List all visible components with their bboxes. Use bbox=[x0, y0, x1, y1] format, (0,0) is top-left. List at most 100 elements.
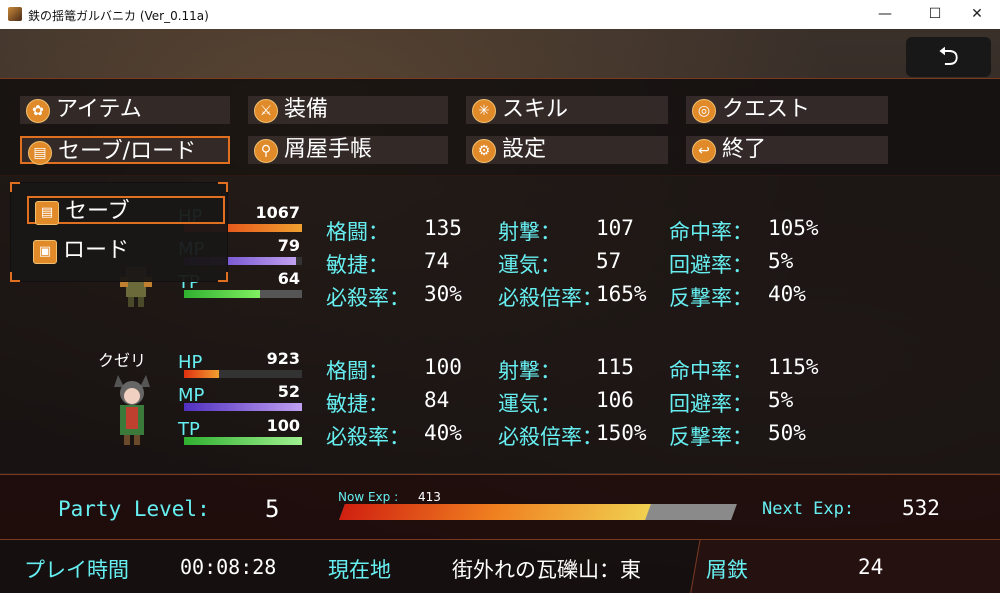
stat-label-unki: 運気： bbox=[498, 392, 561, 416]
selection-corner bbox=[218, 272, 228, 282]
stat-value-kakuto: 135 bbox=[424, 216, 462, 240]
character-name: クゼリ bbox=[98, 351, 147, 370]
command-item[interactable]: ◎ クエスト bbox=[686, 96, 888, 124]
stat-value-meichu: 105% bbox=[768, 216, 819, 240]
app-icon bbox=[8, 7, 22, 21]
stat-value-hissatsu-bai: 165% bbox=[596, 282, 647, 306]
stat-label-hangeki: 反撃率： bbox=[669, 286, 753, 310]
stat-label-hissatsu-bai: 必殺倍率： bbox=[498, 425, 603, 449]
stat-label-kaihi: 回避率： bbox=[669, 253, 753, 277]
window-titlebar: 鉄の揺篭ガルバニカ (Ver_0.11a) — ☐ ✕ bbox=[0, 0, 1000, 29]
exit-icon: ↩ bbox=[692, 139, 716, 163]
stat-label-kakuto: 格闘： bbox=[326, 359, 389, 383]
stat-label-shageki: 射撃： bbox=[498, 220, 561, 244]
mp-value: 79 bbox=[277, 236, 300, 255]
game-screen: ⮌ ✿ アイテム ⚔ 装備 ✳ スキル ◎ クエスト ▤ セーブ/ロード ⚲ 屑… bbox=[0, 29, 1000, 593]
stat-label-unki: 運気： bbox=[498, 253, 561, 277]
location-value: 街外れの瓦礫山：東 bbox=[452, 558, 641, 582]
stat-value-kaihi: 5% bbox=[768, 249, 794, 273]
stat-label-binsho: 敏捷： bbox=[326, 392, 389, 416]
close-icon[interactable]: ✕ bbox=[954, 0, 1000, 29]
minimize-icon[interactable]: — bbox=[862, 0, 908, 29]
command-label: セーブ/ロード bbox=[58, 139, 197, 164]
hp-value: 1067 bbox=[255, 203, 300, 222]
stat-value-hangeki: 50% bbox=[768, 421, 806, 445]
selection-corner bbox=[10, 272, 20, 282]
now-exp-label: Now Exp : bbox=[338, 490, 399, 504]
back-button[interactable]: ⮌ bbox=[906, 37, 991, 77]
location-label: 現在地 bbox=[328, 558, 391, 582]
selection-corner bbox=[218, 182, 228, 192]
stat-label-hissatsu: 必殺率： bbox=[326, 286, 410, 310]
submenu-item-load[interactable]: ▣ ロード bbox=[27, 237, 225, 265]
stat-label-hissatsu-bai: 必殺倍率： bbox=[498, 286, 603, 310]
command-label: スキル bbox=[502, 97, 569, 122]
command-label: クエスト bbox=[722, 97, 811, 122]
stat-value-unki: 106 bbox=[596, 388, 634, 412]
next-exp-label: Next Exp: bbox=[762, 499, 855, 519]
save-load-submenu: ▤ セーブ ▣ ロード bbox=[10, 182, 228, 282]
stat-value-meichu: 115% bbox=[768, 355, 819, 379]
stat-label-meichu: 命中率： bbox=[669, 359, 753, 383]
stat-value-kakuto: 100 bbox=[424, 355, 462, 379]
book-icon: ▤ bbox=[35, 201, 59, 225]
currency-value: 24 bbox=[858, 555, 884, 579]
stat-label-kakuto: 格闘： bbox=[326, 220, 389, 244]
command-label: 設定 bbox=[502, 137, 547, 162]
window-title: 鉄の揺篭ガルバニカ (Ver_0.11a) bbox=[28, 9, 209, 23]
stat-label-shageki: 射撃： bbox=[498, 359, 561, 383]
stat-value-hissatsu-bai: 150% bbox=[596, 421, 647, 445]
command-item[interactable]: ⚲ 屑屋手帳 bbox=[248, 136, 448, 164]
command-label: 屑屋手帳 bbox=[284, 137, 373, 162]
stat-label-meichu: 命中率： bbox=[669, 220, 753, 244]
stat-value-hangeki: 40% bbox=[768, 282, 806, 306]
tp-bar-fill bbox=[184, 437, 302, 445]
submenu-label: セーブ bbox=[65, 199, 130, 224]
exp-bar-fill bbox=[339, 504, 651, 520]
playtime-label: プレイ時間 bbox=[24, 558, 129, 582]
stat-value-unki: 57 bbox=[596, 249, 622, 273]
command-item-selected[interactable]: ▤ セーブ/ロード bbox=[20, 136, 230, 165]
submenu-label: ロード bbox=[63, 238, 130, 263]
hp-bar-fill bbox=[184, 370, 219, 378]
party-level-panel: Party Level: 5 Now Exp : 413 Next Exp: 5… bbox=[0, 474, 1000, 539]
now-exp-value: 413 bbox=[418, 490, 441, 504]
gear-icon: ⚙ bbox=[472, 139, 496, 163]
command-item[interactable]: ↩ 終了 bbox=[686, 136, 888, 164]
command-menu: ✿ アイテム ⚔ 装備 ✳ スキル ◎ クエスト ▤ セーブ/ロード ⚲ 屑屋手… bbox=[0, 78, 1000, 176]
stat-value-kaihi: 5% bbox=[768, 388, 794, 412]
tp-value: 100 bbox=[266, 416, 300, 435]
command-item[interactable]: ⚔ 装備 bbox=[248, 96, 448, 124]
maximize-icon[interactable]: ☐ bbox=[912, 0, 958, 29]
burst-icon: ✳ bbox=[472, 99, 496, 123]
stat-value-hissatsu: 30% bbox=[424, 282, 462, 306]
command-label: 装備 bbox=[284, 97, 329, 122]
command-item[interactable]: ⚙ 設定 bbox=[466, 136, 668, 164]
stat-value-shageki: 107 bbox=[596, 216, 634, 240]
command-label: アイテム bbox=[56, 97, 142, 122]
submenu-item-save[interactable]: ▤ セーブ bbox=[27, 196, 225, 225]
tp-value: 64 bbox=[277, 269, 300, 288]
playtime-value: 00:08:28 bbox=[180, 555, 277, 579]
stat-value-binsho: 84 bbox=[424, 388, 450, 412]
book-icon: ▤ bbox=[28, 141, 52, 165]
stat-value-shageki: 115 bbox=[596, 355, 634, 379]
command-item[interactable]: ✿ アイテム bbox=[20, 96, 230, 124]
magnifier-icon: ⚲ bbox=[254, 139, 278, 163]
currency-label: 屑鉄 bbox=[706, 558, 748, 582]
quest-icon: ◎ bbox=[692, 99, 716, 123]
command-item[interactable]: ✳ スキル bbox=[466, 96, 668, 124]
mp-value: 52 bbox=[277, 382, 300, 401]
bag-icon: ✿ bbox=[26, 99, 50, 123]
play-info-panel: プレイ時間 00:08:28 現在地 街外れの瓦礫山：東 屑鉄 24 bbox=[0, 539, 1000, 593]
box-icon: ▣ bbox=[33, 240, 57, 264]
stat-label-binsho: 敏捷： bbox=[326, 253, 389, 277]
mp-bar-fill bbox=[184, 403, 302, 411]
undo-arrow-icon: ⮌ bbox=[938, 42, 959, 72]
sword-icon: ⚔ bbox=[254, 99, 278, 123]
character-sprite bbox=[104, 371, 160, 447]
command-label: 終了 bbox=[722, 137, 767, 162]
party-level-value: 5 bbox=[265, 495, 280, 523]
party-level-label: Party Level: bbox=[58, 497, 210, 521]
stat-label-hissatsu: 必殺率： bbox=[326, 425, 410, 449]
